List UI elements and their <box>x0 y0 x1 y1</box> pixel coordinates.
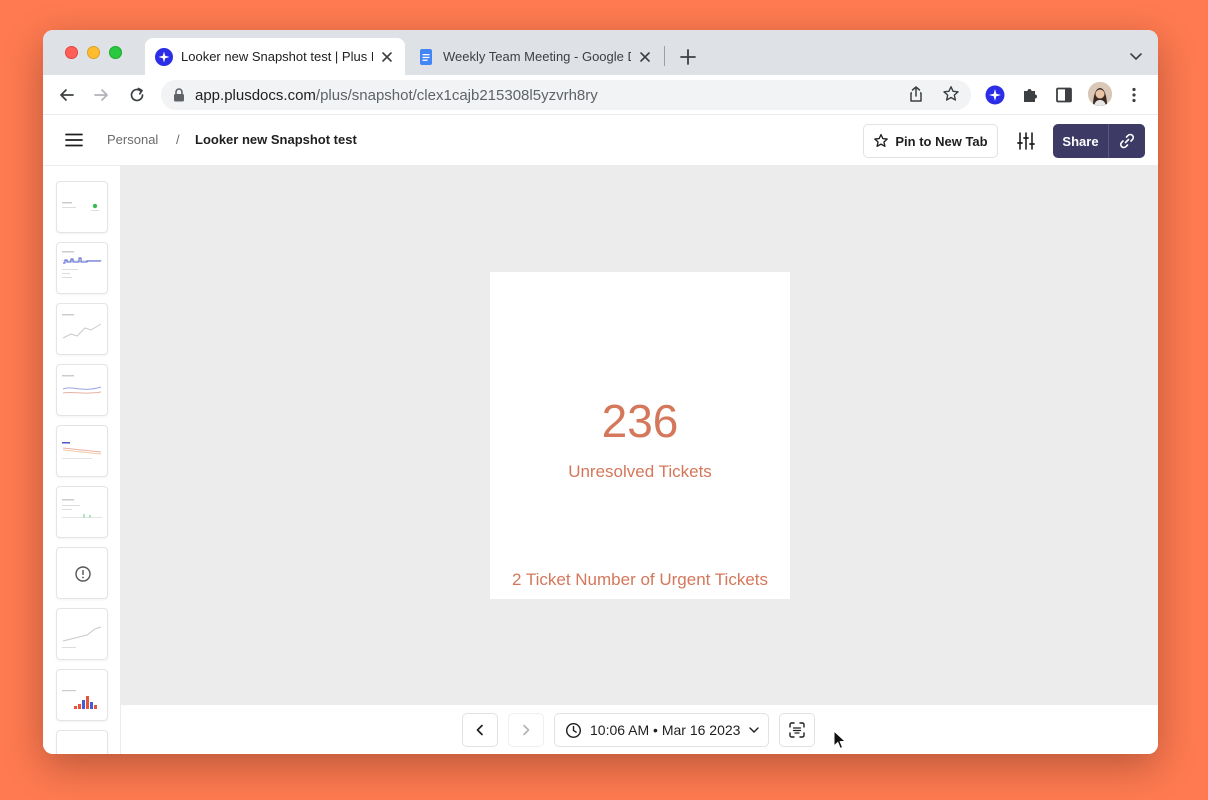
browser-window: Looker new Snapshot test | Plus Docs Wee… <box>43 30 1158 754</box>
thumbnail-preview-icon <box>62 375 102 394</box>
clock-icon <box>565 722 582 738</box>
extensions-puzzle-icon[interactable] <box>1020 85 1040 105</box>
google-docs-favicon-icon <box>420 48 432 65</box>
thumbnail-preview-icon <box>62 499 102 518</box>
url-host: app.plusdocs.com <box>195 86 316 104</box>
tab-title: Weekly Team Meeting - Google Docs <box>443 49 631 64</box>
snapshot-canvas: 236 Unresolved Tickets 2 Ticket Number o… <box>121 166 1158 704</box>
url-input[interactable]: app.plusdocs.com/plus/snapshot/clex1cajb… <box>161 80 971 110</box>
share-button[interactable]: Share <box>1053 124 1109 158</box>
pin-to-new-tab-button[interactable]: Pin to New Tab <box>863 124 998 158</box>
tab-weekly-team-meeting[interactable]: Weekly Team Meeting - Google Docs <box>407 38 663 75</box>
bottom-toolbar: 10:06 AM • Mar 16 2023 <box>121 704 1158 754</box>
url-text: app.plusdocs.com/plus/snapshot/clex1cajb… <box>195 87 598 104</box>
thumbnail-10[interactable] <box>56 730 108 754</box>
thumbnail-1[interactable] <box>56 181 108 233</box>
page-title: Looker new Snapshot test <box>195 132 357 147</box>
forward-arrow-icon[interactable] <box>91 85 111 105</box>
thumbnail-6[interactable] <box>56 486 108 538</box>
minimize-window-button[interactable] <box>87 46 100 59</box>
back-arrow-icon[interactable] <box>57 85 77 105</box>
pin-button-label: Pin to New Tab <box>895 133 988 149</box>
close-window-button[interactable] <box>65 46 78 59</box>
app-header: Personal / Looker new Snapshot test Pin … <box>43 116 1158 166</box>
tab-strip: Looker new Snapshot test | Plus Docs Wee… <box>43 30 1158 75</box>
breadcrumb-personal[interactable]: Personal <box>107 132 158 147</box>
thumbnail-8[interactable] <box>56 608 108 660</box>
scan-frame-icon <box>789 722 805 738</box>
menu-icon[interactable] <box>65 132 83 148</box>
metric-label: Unresolved Tickets <box>568 462 712 481</box>
copy-link-button[interactable] <box>1109 124 1145 158</box>
plusdocs-favicon-icon <box>155 47 173 66</box>
side-panel-icon[interactable] <box>1054 85 1074 105</box>
breadcrumb-separator: / <box>176 132 180 147</box>
star-icon <box>874 133 889 147</box>
snapshot-time-dropdown[interactable]: 10:06 AM • Mar 16 2023 <box>554 713 769 747</box>
plusdocs-extension-icon[interactable] <box>985 85 1005 105</box>
thumbnail-5[interactable] <box>56 425 108 477</box>
more-vertical-icon[interactable] <box>1124 85 1144 105</box>
thumbnail-7[interactable] <box>56 547 108 599</box>
metric-card[interactable]: 236 Unresolved Tickets 2 Ticket Number o… <box>490 272 790 599</box>
share-group: Share <box>1053 124 1145 158</box>
bookmark-star-icon[interactable] <box>942 85 960 103</box>
address-bar: app.plusdocs.com/plus/snapshot/clex1cajb… <box>43 75 1158 115</box>
link-icon <box>1119 133 1135 149</box>
chevron-left-icon <box>476 724 483 736</box>
thumbnail-2[interactable] <box>56 242 108 294</box>
profile-avatar[interactable] <box>1088 82 1112 106</box>
thumbnail-4[interactable] <box>56 364 108 416</box>
thumbnail-preview-icon <box>62 690 97 709</box>
thumbnail-preview-icon <box>62 251 102 278</box>
previous-button[interactable] <box>462 713 498 747</box>
share-page-icon[interactable] <box>907 85 925 103</box>
url-path: /plus/snapshot/clex1cajb215308l5yzvrh8ry <box>315 86 598 104</box>
slide-thumbnails-sidebar <box>43 166 121 754</box>
thumbnail-preview-icon <box>62 314 102 339</box>
snapshot-timestamp: 10:06 AM • Mar 16 2023 <box>590 722 741 738</box>
new-tab-icon[interactable] <box>677 46 699 68</box>
chevron-right-icon <box>523 724 530 736</box>
maximize-window-button[interactable] <box>109 46 122 59</box>
thumbnail-preview-icon <box>62 626 102 648</box>
metric-footer: 2 Ticket Number of Urgent Tickets <box>511 570 769 589</box>
thumbnail-preview-icon <box>62 442 102 459</box>
tab-looker-snapshot[interactable]: Looker new Snapshot test | Plus Docs <box>145 38 405 75</box>
close-tab-icon[interactable] <box>379 49 395 65</box>
mouse-cursor-icon <box>833 730 847 750</box>
chevron-down-icon[interactable] <box>1128 48 1144 64</box>
thumbnail-3[interactable] <box>56 303 108 355</box>
next-button[interactable] <box>508 713 544 747</box>
fit-to-screen-button[interactable] <box>779 713 815 747</box>
warning-circle-icon <box>75 566 91 582</box>
close-tab-icon[interactable] <box>637 49 653 65</box>
metric-value: 236 <box>601 395 679 447</box>
sliders-icon[interactable] <box>1016 131 1036 151</box>
lock-icon <box>174 88 184 102</box>
tab-title: Looker new Snapshot test | Plus Docs <box>181 49 373 64</box>
thumbnail-9[interactable] <box>56 669 108 721</box>
chevron-down-icon <box>749 727 760 733</box>
tab-separator <box>664 46 665 66</box>
avatar-image-icon <box>1088 82 1112 106</box>
reload-icon[interactable] <box>127 85 147 105</box>
thumbnail-preview-icon <box>62 202 99 211</box>
